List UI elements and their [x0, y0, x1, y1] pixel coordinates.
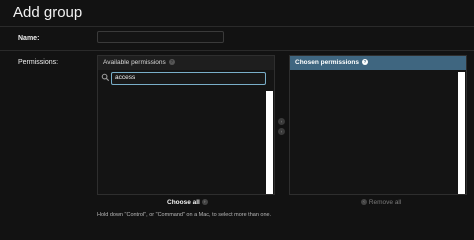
chosen-permissions-list[interactable]	[292, 72, 455, 192]
available-list-scrollbar[interactable]	[266, 91, 273, 194]
add-arrow-button[interactable]: ›	[278, 118, 285, 125]
chosen-permissions-title: Chosen permissions?	[290, 56, 466, 70]
remove-circle-icon: ‹	[361, 199, 367, 206]
header-divider	[0, 26, 474, 27]
name-input[interactable]	[97, 31, 224, 43]
help-icon: ?	[168, 59, 175, 66]
chosen-permissions-title-text: Chosen permissions	[295, 59, 359, 66]
available-permissions-list[interactable]	[100, 91, 264, 191]
remove-all-link[interactable]: ‹ Remove all	[361, 199, 401, 206]
remove-all-label: Remove all	[368, 199, 402, 206]
help-icon: ?	[361, 59, 368, 66]
filter-input[interactable]: access	[111, 72, 266, 85]
chosen-permissions-box: Chosen permissions?	[289, 55, 467, 195]
remove-arrow-button[interactable]: ‹	[278, 128, 285, 135]
search-icon	[101, 73, 110, 82]
choose-all-link[interactable]: Choose all ›	[167, 199, 208, 206]
permissions-label: Permissions:	[18, 59, 59, 66]
available-permissions-title-text: Available permissions	[103, 59, 166, 66]
available-permissions-title: Available permissions?	[98, 56, 274, 70]
choose-all-label: Choose all	[167, 199, 200, 206]
page-title: Add group	[13, 4, 83, 21]
name-label: Name:	[18, 35, 40, 42]
chosen-list-scrollbar[interactable]	[458, 72, 465, 194]
row-divider	[0, 50, 474, 51]
add-circle-icon: ›	[201, 199, 208, 206]
filter-row: access	[98, 70, 274, 86]
available-permissions-box: Available permissions? access	[97, 55, 275, 195]
help-text: Hold down "Control", or "Command" on a M…	[97, 212, 272, 218]
